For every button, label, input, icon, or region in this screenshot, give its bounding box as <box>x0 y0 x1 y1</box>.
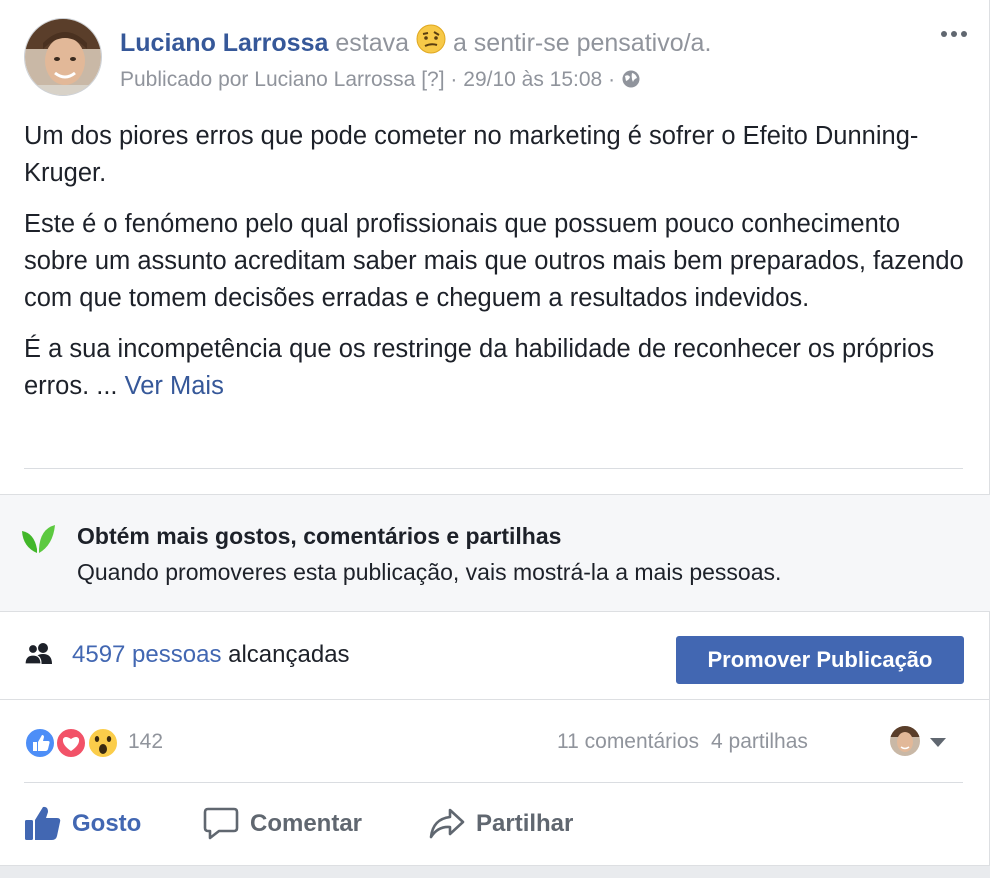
post-card: Luciano Larrossa estava a sentir-se pens… <box>0 0 990 866</box>
reach-suffix: alcançadas <box>221 641 350 668</box>
headline-verb: estava <box>335 29 410 57</box>
like-label: Gosto <box>72 810 142 837</box>
people-icon <box>24 642 54 666</box>
share-label: Partilhar <box>476 810 574 837</box>
leaf-icon <box>20 519 56 555</box>
more-options-icon[interactable] <box>939 24 969 44</box>
reactions-row: 142 11 comentários 4 partilhas <box>24 722 964 762</box>
see-more-link[interactable]: Ver Mais <box>125 372 224 400</box>
promote-post-button[interactable]: Promover Publicação <box>676 636 964 684</box>
viewer-avatar <box>890 726 920 756</box>
author-avatar[interactable] <box>24 18 102 96</box>
post-paragraph: É a sua incompetência que os restringe d… <box>24 331 964 405</box>
thumbs-up-icon <box>25 806 61 840</box>
love-reaction-icon <box>55 727 87 759</box>
feeling-text: a sentir-se pensativo/a. <box>452 29 712 57</box>
divider <box>24 782 963 783</box>
comment-button[interactable]: Comentar <box>202 800 382 850</box>
reaction-count[interactable]: 142 <box>128 730 163 754</box>
comments-count-link[interactable]: 11 comentários <box>557 730 699 753</box>
meta-dot: · <box>450 68 458 91</box>
viewer-selector[interactable] <box>890 726 950 760</box>
action-bar: Gosto Comentar Partilhar <box>24 800 964 850</box>
published-by-link[interactable]: Luciano Larrossa <box>254 68 415 91</box>
shares-count-link[interactable]: 4 partilhas <box>711 730 808 753</box>
like-reaction-icon <box>24 727 56 759</box>
post-header: Luciano Larrossa estava a sentir-se pens… <box>24 18 969 102</box>
divider <box>24 468 963 469</box>
post-paragraph: Este é o fenómeno pelo qual profissionai… <box>24 210 964 312</box>
engagement-stats: 11 comentários 4 partilhas <box>557 730 808 754</box>
feeling-pensive-icon <box>416 24 446 54</box>
help-marker[interactable]: [?] <box>421 68 444 91</box>
promo-description: Quando promoveres esta publicação, vais … <box>77 559 782 585</box>
comment-label: Comentar <box>250 810 363 837</box>
reach-count-link[interactable]: 4597 pessoas <box>72 641 221 668</box>
like-button[interactable]: Gosto <box>24 800 154 850</box>
published-prefix: Publicado por <box>120 68 249 91</box>
comment-icon <box>203 807 239 840</box>
post-paragraph: Um dos piores erros que pode cometer no … <box>24 122 919 187</box>
promo-title: Obtém mais gostos, comentários e partilh… <box>77 523 562 549</box>
post-meta: Publicado por Luciano Larrossa [?] · 29/… <box>120 68 641 92</box>
post-body: Um dos piores erros que pode cometer no … <box>24 118 964 419</box>
meta-dot: · <box>608 68 616 91</box>
wow-reaction-icon <box>87 727 119 759</box>
promo-banner: Obtém mais gostos, comentários e partilh… <box>0 494 990 612</box>
reaction-icons[interactable] <box>24 726 124 760</box>
author-name-link[interactable]: Luciano Larrossa <box>120 29 328 57</box>
post-headline: Luciano Larrossa estava a sentir-se pens… <box>120 24 711 58</box>
share-button[interactable]: Partilhar <box>428 800 598 850</box>
share-icon <box>429 808 465 839</box>
globe-icon[interactable] <box>621 69 641 89</box>
post-timestamp[interactable]: 29/10 às 15:08 <box>463 68 602 91</box>
caret-down-icon[interactable] <box>930 738 946 747</box>
reach-text: 4597 pessoas alcançadas <box>72 641 350 669</box>
reach-row: 4597 pessoas alcançadas Promover Publica… <box>0 612 990 700</box>
